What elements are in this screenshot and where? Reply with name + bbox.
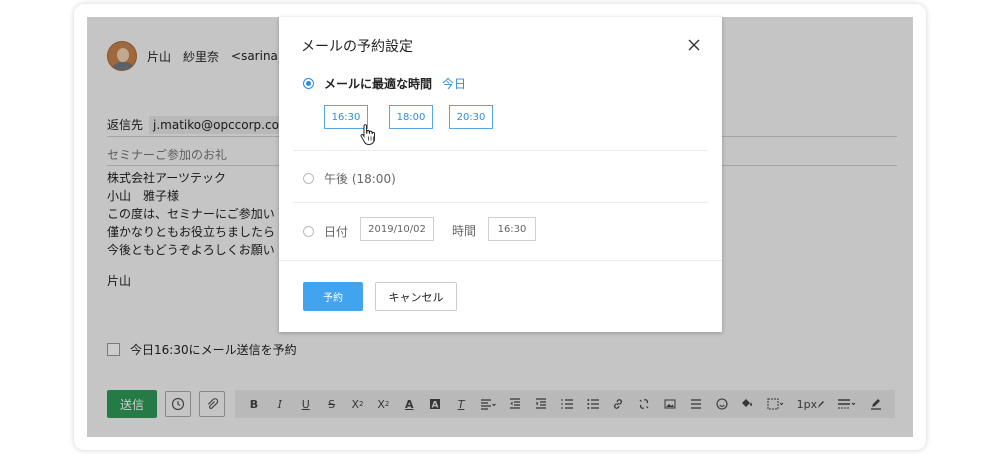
- divider: [293, 202, 708, 203]
- option-date-label: 日付: [324, 225, 349, 239]
- divider: [279, 260, 722, 261]
- time-input[interactable]: 16:30: [488, 217, 536, 241]
- hand-cursor-icon: [360, 124, 375, 145]
- divider: [293, 150, 708, 151]
- option-afternoon-label: 午後 (18:00): [324, 172, 396, 186]
- option-date[interactable]: 日付: [303, 223, 348, 240]
- radio-date[interactable]: [303, 226, 314, 237]
- option-best-time[interactable]: メールに最適な時間 今日: [303, 75, 466, 92]
- date-input[interactable]: 2019/10/02: [360, 217, 434, 241]
- cancel-button[interactable]: キャンセル: [375, 282, 457, 311]
- reserve-button[interactable]: 予約: [303, 282, 363, 311]
- option-afternoon[interactable]: 午後 (18:00): [303, 170, 396, 187]
- radio-best-time[interactable]: [303, 78, 314, 89]
- option-best-time-label: メールに最適な時間: [324, 77, 433, 91]
- radio-afternoon[interactable]: [303, 173, 314, 184]
- time-option-1800[interactable]: 18:00: [389, 105, 433, 129]
- close-icon[interactable]: [686, 37, 702, 53]
- dialog-title: メールの予約設定: [301, 39, 413, 55]
- time-label: 時間: [452, 224, 477, 238]
- time-option-2030[interactable]: 20:30: [449, 105, 493, 129]
- option-best-time-today: 今日: [442, 77, 467, 91]
- schedule-dialog: メールの予約設定 メールに最適な時間 今日 16:30 18:00 20:30 …: [279, 17, 722, 332]
